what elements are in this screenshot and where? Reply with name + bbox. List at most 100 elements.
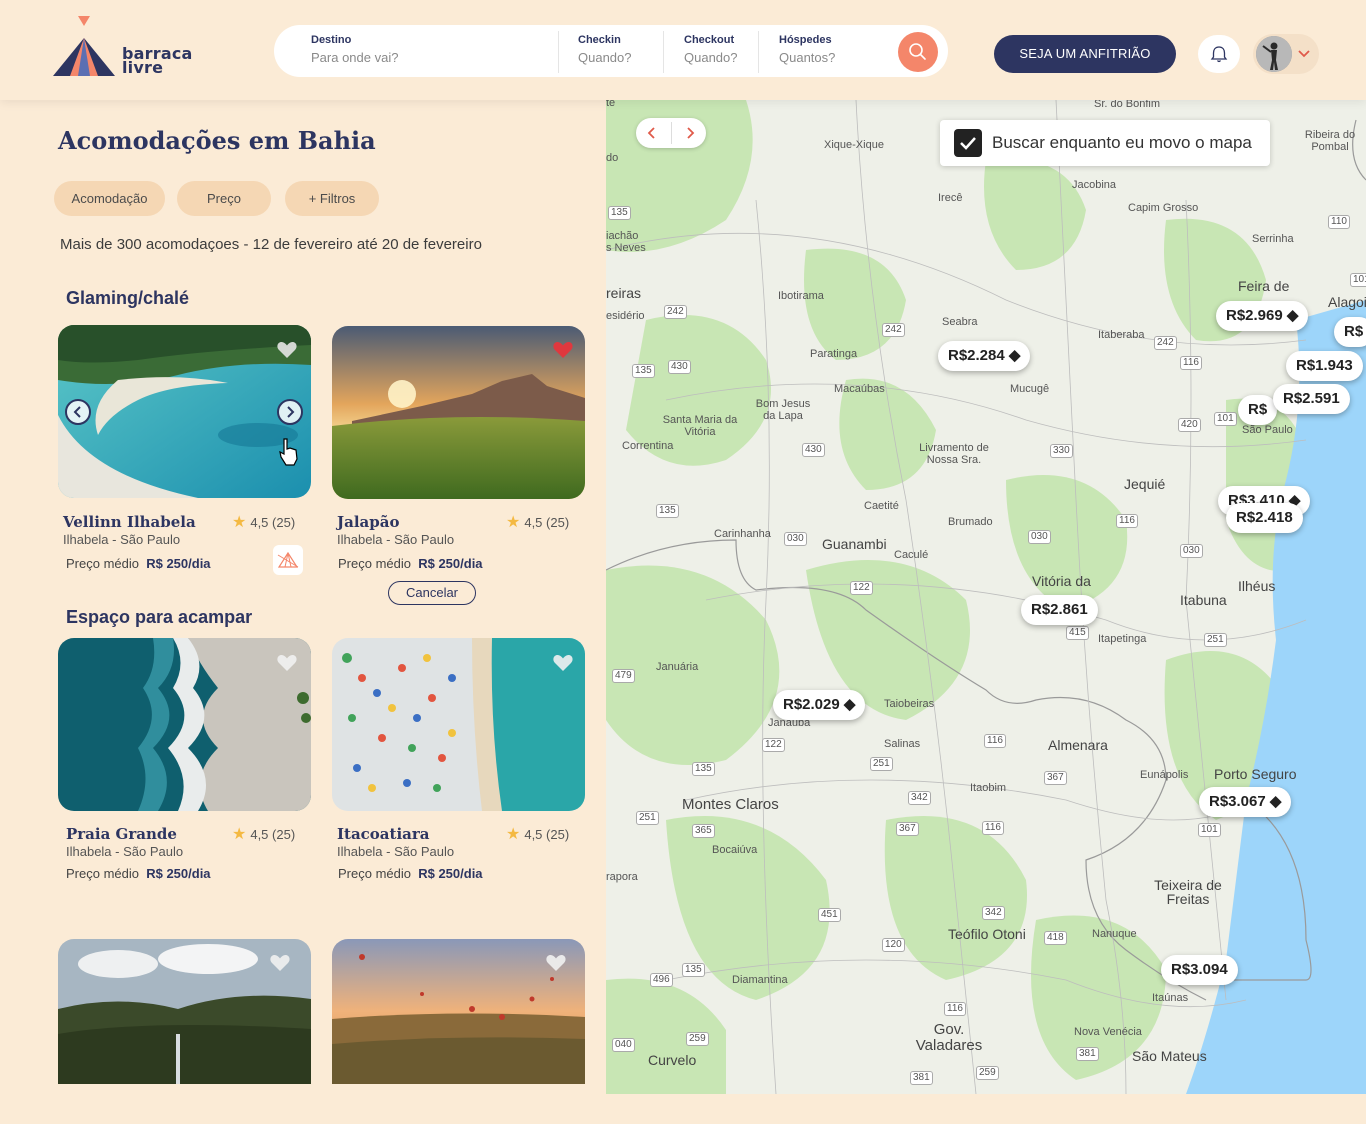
checkin-input[interactable]: Quando? [578,50,632,65]
road-shield: 116 [982,821,1004,835]
guests-input[interactable]: Quantos? [779,50,835,65]
filter-price[interactable]: Preço [177,181,271,216]
rating-value: 4,5 (25) [250,515,296,530]
listing-location: Ilhabela - São Paulo [63,532,181,547]
listing-photo-vellinn[interactable] [58,325,311,498]
chevron-left-icon[interactable] [644,125,660,141]
price-pin[interactable]: R$2.591 [1273,384,1350,414]
listing-rating: ★ 4,5 (25) [232,824,295,844]
road-shield: 242 [882,323,905,337]
hand-cursor-icon [279,438,298,466]
checkbox[interactable] [954,129,982,157]
listing-location: Ilhabela - São Paulo [66,844,184,859]
brand-logo[interactable]: barraca livre [52,14,192,80]
map-place: Correntina [622,440,674,452]
checkin-field[interactable]: Checkin Quando? [578,34,632,65]
tag-icon: ◆ [1008,347,1021,364]
price-pin[interactable]: R$1.943 [1286,351,1363,381]
price-label: Preço médio [338,556,411,571]
search-bar[interactable]: Destino Para onde vai? Checkin Quando? C… [274,25,948,77]
logo-wordmark: barraca livre [122,46,193,76]
chevron-right-icon[interactable] [682,125,698,141]
checkout-input[interactable]: Quando? [684,50,738,65]
listing-photo-itacoatiara[interactable] [332,638,585,811]
map-place: Livramento de Nossa Sra. [919,442,989,466]
tag-icon: ◆ [1269,793,1282,810]
price-value: R$ 250/dia [418,556,483,571]
favorite-heart-icon[interactable] [269,953,291,973]
map-place: Jacobina [1072,179,1117,191]
price-pin[interactable]: R$3.094 [1161,955,1238,985]
destination-input[interactable]: Para onde vai? [311,50,398,65]
price-pin[interactable]: R$ [1238,395,1278,425]
favorite-heart-active-icon[interactable] [552,340,574,360]
search-button[interactable] [898,32,938,72]
map-place: Mucugê [1010,383,1050,395]
listing-name[interactable]: Vellinn Ilhabela [63,513,196,531]
price-pin[interactable]: R$ [1334,317,1366,347]
listing-photo-praia-grande[interactable] [58,638,311,811]
favorite-heart-icon[interactable] [276,653,298,673]
road-shield: 122 [850,581,873,595]
sunset-plateau-photo [332,326,585,499]
road-shield: 381 [1076,1047,1099,1061]
map-place: iachão [606,230,639,242]
price-pin-value: R$2.284 [948,347,1005,364]
checkin-label: Checkin [578,34,621,46]
map-place: rapora [606,871,638,883]
search-on-move-toggle[interactable]: Buscar enquanto eu movo o mapa [940,120,1270,166]
road-shield: 116 [944,1002,966,1016]
divider [558,31,559,73]
favorite-heart-icon[interactable] [545,953,567,973]
destination-field[interactable]: Destino Para onde vai? [311,34,398,65]
become-host-button[interactable]: SEJA UM ANFITRIÃO [994,35,1176,73]
listing-name[interactable]: Jalapão [337,513,399,531]
map-place: Jequié [1124,476,1166,492]
price-pin[interactable]: R$2.029 ◆ [773,690,866,720]
toggle-label: Buscar enquanto eu movo o mapa [992,133,1252,152]
map-view[interactable]: Sr. do Bonfim Xique-Xique Ribeira do Pom… [606,100,1366,1094]
price-pin[interactable]: R$3.067 ◆ [1199,787,1292,817]
cancel-button[interactable]: Cancelar [388,581,476,605]
guests-field[interactable]: Hóspedes Quantos? [779,34,835,65]
price-pin-value: R$2.029 [783,696,840,713]
carousel-prev-button[interactable] [65,399,91,425]
tent-action-button[interactable] [273,545,303,575]
listing-name[interactable]: Praia Grande [66,825,177,843]
map-place: Taiobeiras [884,698,935,710]
road-shield: 496 [650,973,673,987]
notifications-button[interactable] [1198,35,1240,73]
map-place: Bom Jesus da Lapa [755,398,811,422]
price-pin[interactable]: R$2.418 [1226,503,1303,533]
map-place: esidério [606,310,645,322]
road-shield: 259 [976,1066,999,1080]
price-pin-value: R$ [1248,401,1268,418]
tag-icon: ◆ [843,696,856,713]
road-shield: 116 [1180,356,1202,370]
map-place: Nova Venécia [1074,1026,1142,1038]
price-pin-value: R$3.094 [1171,961,1228,978]
favorite-heart-icon[interactable] [552,653,574,673]
listing-photo-jalapao[interactable] [332,326,585,499]
checkout-field[interactable]: Checkout Quando? [684,34,738,65]
listing-rating: ★ 4,5 (25) [232,512,295,532]
carousel-next-button[interactable] [277,399,303,425]
filter-more[interactable]: + Filtros [285,181,379,216]
road-shield: 135 [656,504,679,518]
price-pin[interactable]: R$2.284 ◆ [938,341,1031,371]
price-pin[interactable]: R$2.861 [1021,595,1098,625]
favorite-heart-icon[interactable] [276,340,298,360]
price-pin[interactable]: R$2.969 ◆ [1216,301,1309,331]
tent-logo-icon [53,16,115,76]
map-place: Itaúnas [1152,992,1189,1004]
road-shield: 122 [762,738,785,752]
user-menu-button[interactable] [1253,34,1319,74]
map-nav-arrows [636,118,706,148]
filter-accommodation[interactable]: Acomodação [54,181,165,216]
listing-rating: ★ 4,5 (25) [506,824,569,844]
listing-name[interactable]: Itacoatiara [337,825,430,843]
road-shield: 135 [608,206,631,220]
map-place: Macaúbas [834,383,885,395]
destination-label: Destino [311,34,352,46]
map-place: Nanuque [1092,928,1137,940]
